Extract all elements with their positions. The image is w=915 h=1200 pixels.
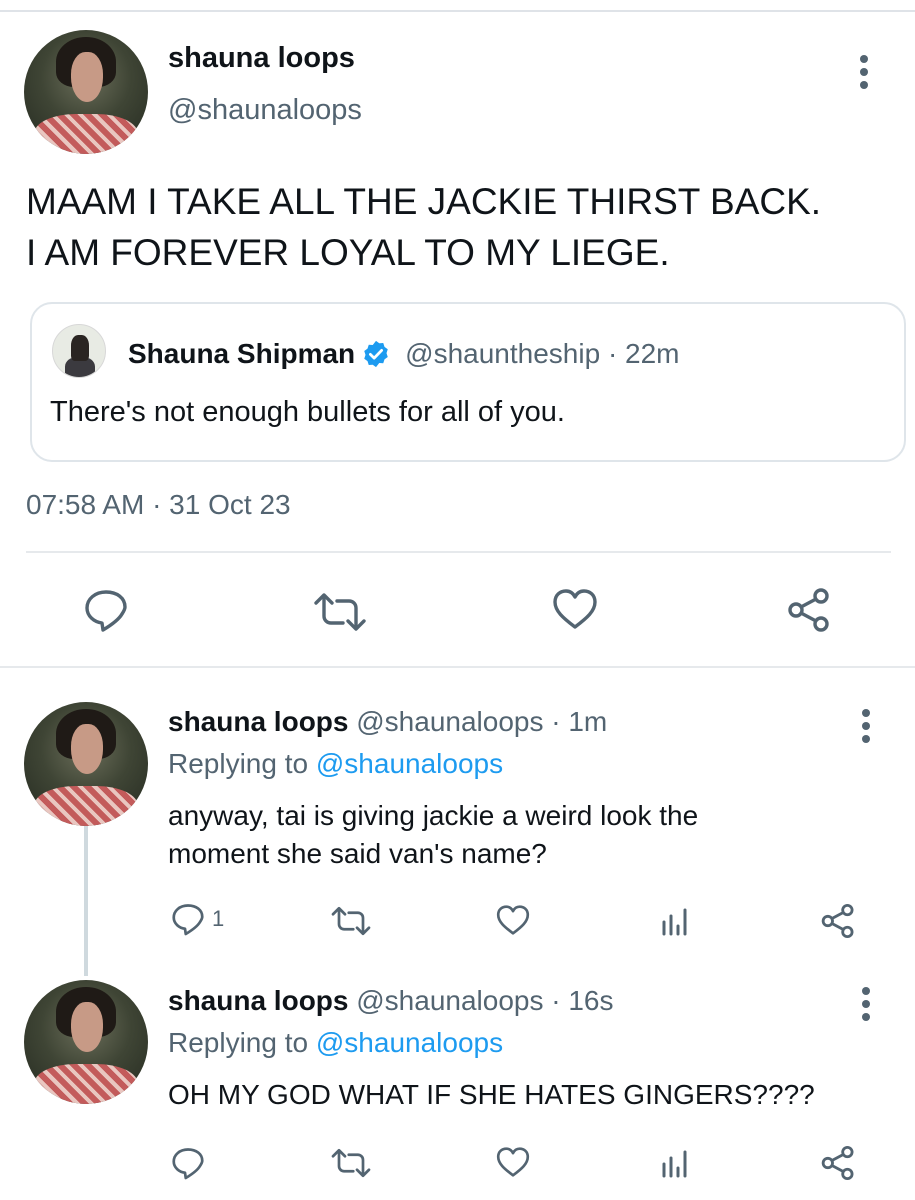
quoted-tweet-text: There's not enough bullets for all of yo… — [50, 396, 565, 428]
replying-to-label: Replying to — [168, 748, 316, 779]
reply-handle-time: @shaunaloops · 16s — [356, 985, 614, 1016]
tweet-text-line-2: I AM FOREVER LOYAL TO MY LIEGE. — [26, 232, 670, 273]
quoted-author-avatar — [52, 324, 106, 378]
quoted-author-name: Shauna Shipman — [128, 338, 356, 369]
reply-text-line-1: anyway, tai is giving jackie a weird loo… — [168, 800, 699, 831]
more-options-icon[interactable] — [856, 984, 876, 1024]
replying-to-label: Replying to — [168, 1027, 316, 1058]
quoted-tweet-card[interactable]: Shauna Shipman @shauntheship · 22m There… — [30, 302, 906, 462]
reply-icon[interactable] — [170, 902, 206, 936]
tweet-timestamp[interactable]: 07:58 AM · 31 Oct 23 — [26, 489, 291, 521]
reply-text-line-2: moment she said van's name? — [168, 838, 547, 869]
like-icon[interactable] — [496, 1146, 530, 1178]
top-separator — [0, 10, 915, 12]
share-icon[interactable] — [786, 587, 832, 633]
like-icon[interactable] — [496, 904, 530, 936]
replying-to: Replying to @shaunaloops — [168, 748, 503, 780]
retweet-icon[interactable] — [312, 592, 368, 632]
author-display-name[interactable]: shauna loops — [168, 42, 355, 75]
verified-badge-icon — [361, 339, 391, 369]
share-icon[interactable] — [820, 903, 856, 939]
share-icon[interactable] — [820, 1145, 856, 1181]
retweet-icon[interactable] — [330, 1148, 372, 1178]
reply-author-name[interactable]: shauna loops — [168, 985, 348, 1016]
more-options-icon[interactable] — [854, 52, 874, 92]
reply-header: shauna loops @shaunaloops · 16s — [168, 985, 614, 1017]
like-icon[interactable] — [552, 588, 598, 630]
retweet-icon[interactable] — [330, 906, 372, 936]
replying-to: Replying to @shaunaloops — [168, 1027, 503, 1059]
analytics-icon[interactable] — [660, 906, 690, 936]
replying-to-link[interactable]: @shaunaloops — [316, 748, 503, 779]
tweet-text-line-1: MAAM I TAKE ALL THE JACKIE THIRST BACK. — [26, 181, 822, 222]
more-options-icon[interactable] — [856, 706, 876, 746]
quoted-tweet-header: Shauna Shipman @shauntheship · 22m — [128, 338, 680, 370]
thread-connector — [84, 826, 88, 976]
reply-icon[interactable] — [170, 1146, 206, 1180]
reply-count: 1 — [212, 906, 225, 931]
author-handle[interactable]: @shaunaloops — [168, 94, 362, 127]
analytics-icon[interactable] — [660, 1148, 690, 1178]
reply-handle-time: @shaunaloops · 1m — [356, 706, 608, 737]
reply-header: shauna loops @shaunaloops · 1m — [168, 706, 607, 738]
reply-author-name[interactable]: shauna loops — [168, 706, 348, 737]
tweet-text: MAAM I TAKE ALL THE JACKIE THIRST BACK. … — [26, 176, 821, 278]
replying-to-link[interactable]: @shaunaloops — [316, 1027, 503, 1058]
reply-icon[interactable] — [82, 588, 130, 632]
reply-author-avatar[interactable] — [24, 702, 148, 826]
reply-author-avatar[interactable] — [24, 980, 148, 1104]
reply-text: anyway, tai is giving jackie a weird loo… — [168, 797, 698, 873]
reply-text-line-1: OH MY GOD WHAT IF SHE HATES GINGERS???? — [168, 1079, 815, 1110]
quoted-author-handle-time: @shauntheship · 22m — [405, 338, 680, 369]
author-avatar[interactable] — [24, 30, 148, 154]
divider — [0, 666, 915, 668]
reply-text: OH MY GOD WHAT IF SHE HATES GINGERS???? — [168, 1076, 815, 1114]
divider — [26, 551, 891, 553]
